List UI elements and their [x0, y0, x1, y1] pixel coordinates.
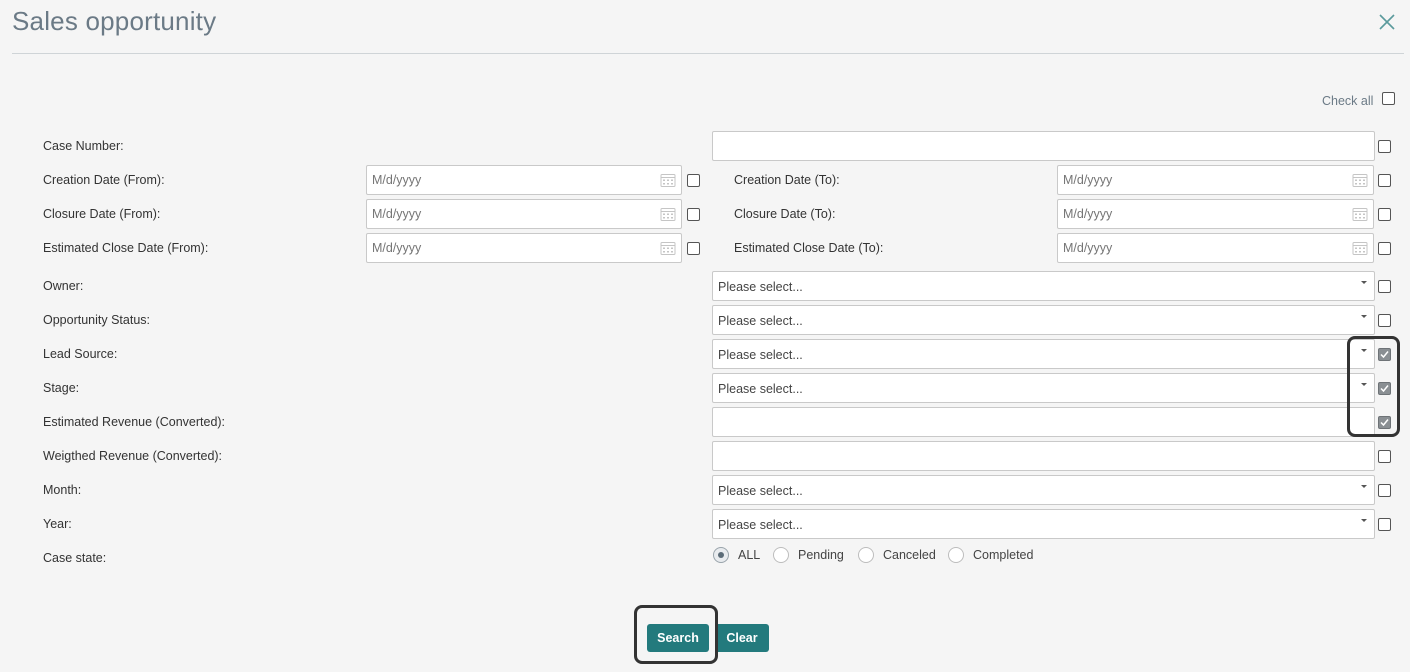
closure-date-from-checkbox[interactable]: [687, 208, 700, 221]
est-close-date-from-checkbox[interactable]: [687, 242, 700, 255]
year-checkbox[interactable]: [1378, 518, 1391, 531]
calendar-icon[interactable]: [660, 172, 676, 188]
case-number-checkbox[interactable]: [1378, 140, 1391, 153]
closure-date-from-input[interactable]: [366, 199, 682, 229]
stage-label: Stage:: [43, 381, 80, 395]
weighted-revenue-input[interactable]: [712, 441, 1375, 471]
est-close-date-from-input[interactable]: [366, 233, 682, 263]
radio-all-label: ALL: [738, 548, 761, 562]
year-select-value: Please select...: [718, 518, 803, 532]
radio-pending-label: Pending: [798, 548, 844, 562]
calendar-icon[interactable]: [660, 240, 676, 256]
stage-select-value: Please select...: [718, 382, 803, 396]
month-select[interactable]: Please select...: [712, 475, 1375, 505]
opportunity-status-select[interactable]: Please select...: [712, 305, 1375, 335]
opportunity-status-select-value: Please select...: [718, 314, 803, 328]
calendar-icon[interactable]: [1352, 240, 1368, 256]
creation-date-to-field: [1057, 165, 1374, 195]
radio-canceled-label: Canceled: [883, 548, 936, 562]
month-select-value: Please select...: [718, 484, 803, 498]
closure-date-to-checkbox[interactable]: [1378, 208, 1391, 221]
creation-date-from-checkbox[interactable]: [687, 174, 700, 187]
est-close-date-to-input[interactable]: [1057, 233, 1374, 263]
owner-select[interactable]: Please select...: [712, 271, 1375, 301]
closure-date-to-label: Closure Date (To):: [734, 207, 836, 221]
est-close-date-from-field: [366, 233, 682, 263]
case-number-label: Case Number:: [43, 139, 124, 153]
clear-button[interactable]: Clear: [715, 624, 769, 652]
calendar-icon[interactable]: [660, 206, 676, 222]
est-close-date-to-label: Estimated Close Date (To):: [734, 241, 884, 255]
month-checkbox[interactable]: [1378, 484, 1391, 497]
estimated-revenue-input[interactable]: [712, 407, 1375, 437]
weighted-revenue-label: Weigthed Revenue (Converted):: [43, 449, 223, 463]
est-close-date-to-field: [1057, 233, 1374, 263]
check-all-label: Check all: [1322, 94, 1374, 108]
case-state-label: Case state:: [43, 551, 107, 565]
chevron-down-icon: [1361, 519, 1367, 522]
weighted-revenue-checkbox[interactable]: [1378, 450, 1391, 463]
estimated-revenue-label: Estimated Revenue (Converted):: [43, 415, 226, 429]
case-number-input[interactable]: [712, 131, 1375, 161]
stage-select[interactable]: Please select...: [712, 373, 1375, 403]
calendar-icon[interactable]: [1352, 206, 1368, 222]
closure-date-to-field: [1057, 199, 1374, 229]
lead-source-checkbox[interactable]: [1378, 348, 1391, 361]
year-select[interactable]: Please select...: [712, 509, 1375, 539]
checkmark-icon: [1380, 419, 1389, 427]
lead-source-select-value: Please select...: [718, 348, 803, 362]
closure-date-from-field: [366, 199, 682, 229]
header-divider: [12, 53, 1404, 54]
year-label: Year:: [43, 517, 72, 531]
chevron-down-icon: [1361, 485, 1367, 488]
calendar-icon[interactable]: [1352, 172, 1368, 188]
radio-unselected-icon: [948, 547, 964, 563]
stage-checkbox[interactable]: [1378, 382, 1391, 395]
checkmark-icon: [1380, 385, 1389, 393]
creation-date-from-field: [366, 165, 682, 195]
owner-label: Owner:: [43, 279, 84, 293]
creation-date-to-label: Creation Date (To):: [734, 173, 840, 187]
chevron-down-icon: [1361, 349, 1367, 352]
creation-date-from-input[interactable]: [366, 165, 682, 195]
month-label: Month:: [43, 483, 82, 497]
creation-date-to-checkbox[interactable]: [1378, 174, 1391, 187]
search-button[interactable]: Search: [647, 624, 709, 652]
radio-unselected-icon: [858, 547, 874, 563]
checkmark-icon: [1380, 351, 1389, 359]
lead-source-label: Lead Source:: [43, 347, 118, 361]
opportunity-status-label: Opportunity Status:: [43, 313, 151, 327]
check-all-checkbox[interactable]: [1382, 92, 1395, 105]
estimated-revenue-checkbox[interactable]: [1378, 416, 1391, 429]
close-icon[interactable]: [1377, 12, 1397, 32]
chevron-down-icon: [1361, 315, 1367, 318]
est-close-date-to-checkbox[interactable]: [1378, 242, 1391, 255]
owner-checkbox[interactable]: [1378, 280, 1391, 293]
chevron-down-icon: [1361, 281, 1367, 284]
closure-date-from-label: Closure Date (From):: [43, 207, 161, 221]
closure-date-to-input[interactable]: [1057, 199, 1374, 229]
page-title: Sales opportunity: [12, 6, 217, 36]
radio-completed-label: Completed: [973, 548, 1034, 562]
chevron-down-icon: [1361, 383, 1367, 386]
opportunity-status-checkbox[interactable]: [1378, 314, 1391, 327]
radio-selected-icon: [713, 547, 729, 563]
owner-select-value: Please select...: [718, 280, 803, 294]
radio-unselected-icon: [773, 547, 789, 563]
lead-source-select[interactable]: Please select...: [712, 339, 1375, 369]
est-close-date-from-label: Estimated Close Date (From):: [43, 241, 209, 255]
creation-date-from-label: Creation Date (From):: [43, 173, 165, 187]
creation-date-to-input[interactable]: [1057, 165, 1374, 195]
